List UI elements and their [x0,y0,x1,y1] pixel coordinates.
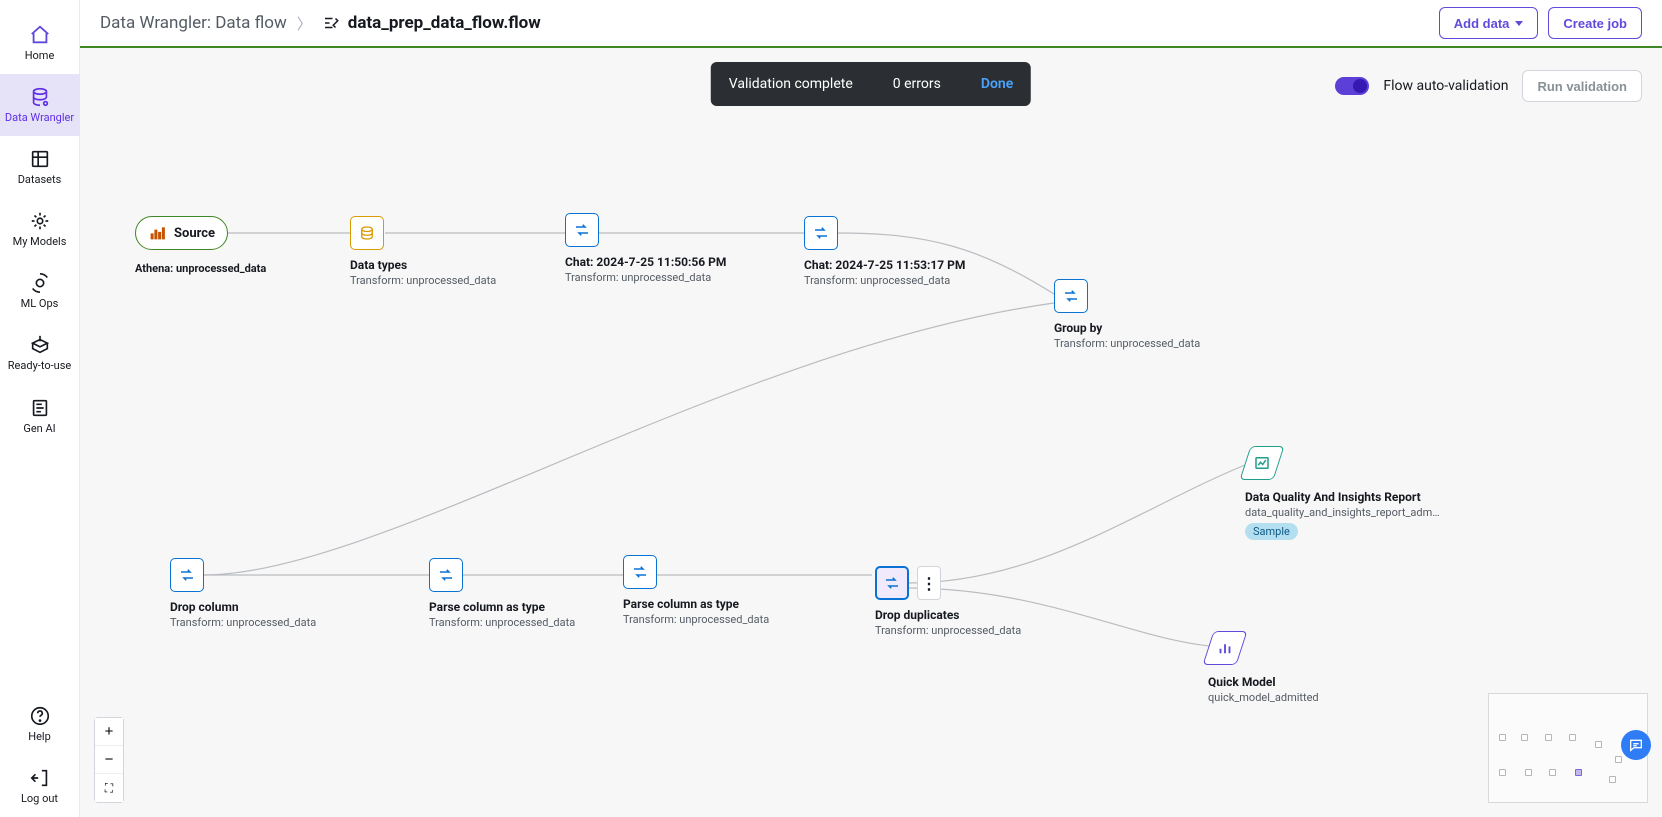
run-validation-button[interactable]: Run validation [1522,70,1642,102]
node-parse-column-2[interactable] [623,555,657,589]
transform-icon [178,566,196,584]
node-data-quality-report[interactable] [1239,446,1284,480]
nav-help[interactable]: Help [0,693,80,755]
flow-canvas[interactable]: Validation complete 0 errors Done Flow a… [80,48,1662,817]
zoom-fit-button[interactable]: ⛶ [95,774,123,802]
node-chat-1-sub: Transform: unprocessed_data [565,271,726,284]
zoom-in-button[interactable]: + [95,718,123,746]
breadcrumb-current: data_prep_data_flow.flow [348,13,541,33]
transform-icon [883,574,901,592]
help-icon [29,705,51,727]
node-data-quality-report-sub: data_quality_and_insights_report_adm… [1245,506,1440,519]
node-chat-2-title: Chat: 2024-7-25 11:53:17 PM [804,258,965,272]
node-drop-duplicates-menu[interactable]: ⋮ [917,566,941,600]
chat-bubble-icon[interactable] [1621,730,1651,760]
transform-icon [812,224,830,242]
node-chat-1-title: Chat: 2024-7-25 11:50:56 PM [565,255,726,269]
node-parse-column-1[interactable] [429,558,463,592]
sample-badge: Sample [1245,523,1298,540]
nav-gen-ai[interactable]: Gen AI [0,385,80,447]
gen-ai-icon [29,397,51,419]
node-parse-column-2-sub: Transform: unprocessed_data [623,613,769,626]
node-drop-duplicates-title: Drop duplicates [875,608,1021,622]
caret-down-icon [1515,21,1523,26]
nav-ready-to-use[interactable]: Ready-to-use [0,322,80,384]
node-drop-duplicates-sub: Transform: unprocessed_data [875,624,1021,637]
my-models-icon [29,210,51,232]
transform-icon [1062,287,1080,305]
node-drop-column-sub: Transform: unprocessed_data [170,616,316,629]
node-parse-column-1-title: Parse column as type [429,600,575,614]
zoom-controls: + − ⛶ [94,717,124,803]
nav-datasets[interactable]: Datasets [0,136,80,198]
breadcrumb-root: Data Wrangler: Data flow [100,13,287,33]
node-chat-2-sub: Transform: unprocessed_data [804,274,965,287]
report-icon [1253,454,1271,472]
add-data-button[interactable]: Add data [1439,7,1539,39]
minimap[interactable] [1488,693,1648,803]
bar-chart-icon [1216,639,1234,657]
node-quick-model-sub: quick_model_admitted [1208,691,1319,704]
log-out-icon [29,767,51,789]
node-parse-column-1-sub: Transform: unprocessed_data [429,616,575,629]
node-drop-duplicates[interactable] [875,566,909,600]
create-job-button[interactable]: Create job [1548,7,1642,39]
sidebar: Home Data Wrangler Datasets My Models ML… [0,0,80,817]
node-group-by-sub: Transform: unprocessed_data [1054,337,1200,350]
transform-icon [631,563,649,581]
node-group-by[interactable] [1054,279,1088,313]
flow-auto-validation-toggle[interactable] [1335,77,1369,95]
node-source[interactable]: Source [135,216,228,250]
datatypes-icon [358,224,376,242]
node-data-types-sub: Transform: unprocessed_data [350,274,496,287]
node-quick-model-title: Quick Model [1208,675,1319,689]
node-data-quality-report-title: Data Quality And Insights Report [1245,490,1440,504]
node-data-types-title: Data types [350,258,496,272]
home-icon [29,24,51,46]
ml-ops-icon [29,272,51,294]
athena-icon [148,224,166,242]
transform-icon [573,221,591,239]
node-drop-column-title: Drop column [170,600,316,614]
node-parse-column-2-title: Parse column as type [623,597,769,611]
nav-log-out[interactable]: Log out [0,755,80,817]
validation-toast: Validation complete 0 errors Done [711,62,1031,106]
nav-data-wrangler[interactable]: Data Wrangler [0,74,80,136]
nav-my-models[interactable]: My Models [0,198,80,260]
node-quick-model[interactable] [1202,631,1247,665]
nav-ml-ops[interactable]: ML Ops [0,260,80,322]
flow-icon [322,14,340,32]
chevron-right-icon: 〉 [297,13,312,34]
nav-home[interactable]: Home [0,12,80,74]
ready-to-use-icon [29,334,51,356]
data-wrangler-icon [29,86,51,108]
node-drop-column[interactable] [170,558,204,592]
node-chat-1[interactable] [565,213,599,247]
zoom-out-button[interactable]: − [95,746,123,774]
header: Data Wrangler: Data flow 〉 data_prep_dat… [80,0,1662,48]
toast-title: Validation complete [729,76,853,92]
breadcrumb: Data Wrangler: Data flow 〉 data_prep_dat… [100,13,541,34]
toast-done-link[interactable]: Done [981,76,1013,92]
node-chat-2[interactable] [804,216,838,250]
node-data-types[interactable] [350,216,384,250]
flow-auto-validation-label: Flow auto-validation [1383,78,1508,94]
node-source-sub: Athena: unprocessed_data [135,262,266,275]
node-group-by-title: Group by [1054,321,1200,335]
datasets-icon [29,148,51,170]
transform-icon [437,566,455,584]
toast-errors: 0 errors [893,76,941,92]
